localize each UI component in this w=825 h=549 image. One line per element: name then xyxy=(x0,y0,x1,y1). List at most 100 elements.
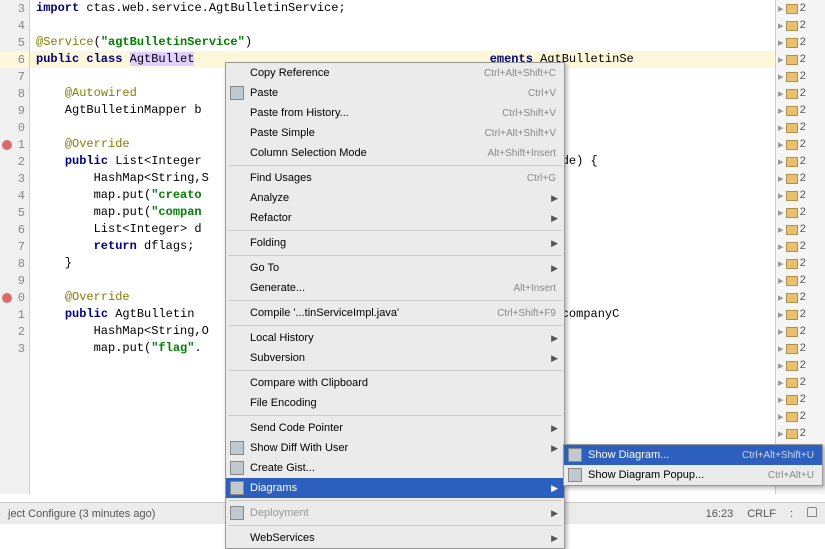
tree-item[interactable]: ▸2 xyxy=(776,170,825,187)
menu-item-show-diagram-popup[interactable]: Show Diagram Popup...Ctrl+Alt+U xyxy=(564,465,822,485)
expand-icon[interactable]: ▸ xyxy=(778,138,784,152)
menu-item-compile-tinserviceimpl-java[interactable]: Compile '...tinServiceImpl.java'Ctrl+Shi… xyxy=(226,303,564,323)
expand-icon[interactable]: ▸ xyxy=(778,308,784,322)
gutter-line[interactable]: 3 xyxy=(0,170,29,187)
gutter-line[interactable]: 0 xyxy=(0,289,29,306)
menu-item-paste[interactable]: PasteCtrl+V xyxy=(226,83,564,103)
tree-item[interactable]: ▸2 xyxy=(776,17,825,34)
tree-item[interactable]: ▸2 xyxy=(776,306,825,323)
menu-item-local-history[interactable]: Local History▶ xyxy=(226,328,564,348)
breakpoint-icon[interactable] xyxy=(2,140,12,150)
gutter-line[interactable]: 8 xyxy=(0,85,29,102)
menu-item-webservices[interactable]: WebServices▶ xyxy=(226,528,564,548)
gutter-line[interactable]: 2 xyxy=(0,153,29,170)
gutter-line[interactable]: 2 xyxy=(0,323,29,340)
status-line-ending[interactable]: CRLF xyxy=(747,508,776,520)
expand-icon[interactable]: ▸ xyxy=(778,342,784,356)
menu-item-folding[interactable]: Folding▶ xyxy=(226,233,564,253)
expand-icon[interactable]: ▸ xyxy=(778,410,784,424)
menu-item-go-to[interactable]: Go To▶ xyxy=(226,258,564,278)
gutter-line[interactable]: 7 xyxy=(0,68,29,85)
tree-item[interactable]: ▸2 xyxy=(776,119,825,136)
tree-item[interactable]: ▸2 xyxy=(776,408,825,425)
context-menu[interactable]: Copy ReferenceCtrl+Alt+Shift+CPasteCtrl+… xyxy=(225,62,565,549)
menu-item-analyze[interactable]: Analyze▶ xyxy=(226,188,564,208)
gutter-line[interactable]: 9 xyxy=(0,272,29,289)
gutter-line[interactable]: 8 xyxy=(0,255,29,272)
menu-item-paste-from-history[interactable]: Paste from History...Ctrl+Shift+V xyxy=(226,103,564,123)
expand-icon[interactable]: ▸ xyxy=(778,359,784,373)
tree-item[interactable]: ▸2 xyxy=(776,374,825,391)
menu-item-subversion[interactable]: Subversion▶ xyxy=(226,348,564,368)
menu-item-show-diagram[interactable]: Show Diagram...Ctrl+Alt+Shift+U xyxy=(564,445,822,465)
tree-item[interactable]: ▸2 xyxy=(776,0,825,17)
expand-icon[interactable]: ▸ xyxy=(778,291,784,305)
expand-icon[interactable]: ▸ xyxy=(778,36,784,50)
expand-icon[interactable]: ▸ xyxy=(778,427,784,441)
code-line[interactable] xyxy=(30,17,775,34)
menu-item-show-diff-with-user[interactable]: Show Diff With User▶ xyxy=(226,438,564,458)
menu-item-diagrams[interactable]: Diagrams▶ xyxy=(226,478,564,498)
tree-item[interactable]: ▸2 xyxy=(776,153,825,170)
tree-item[interactable]: ▸2 xyxy=(776,187,825,204)
tree-item[interactable]: ▸2 xyxy=(776,102,825,119)
gutter-line[interactable]: 6 xyxy=(0,221,29,238)
expand-icon[interactable]: ▸ xyxy=(778,172,784,186)
expand-icon[interactable]: ▸ xyxy=(778,274,784,288)
gutter-line[interactable]: 9 xyxy=(0,102,29,119)
breakpoint-icon[interactable] xyxy=(2,293,12,303)
tree-item[interactable]: ▸2 xyxy=(776,357,825,374)
tree-item[interactable]: ▸2 xyxy=(776,34,825,51)
menu-item-file-encoding[interactable]: File Encoding xyxy=(226,393,564,413)
expand-icon[interactable]: ▸ xyxy=(778,2,784,16)
lock-icon[interactable] xyxy=(807,507,817,520)
tree-item[interactable]: ▸2 xyxy=(776,136,825,153)
tree-item[interactable]: ▸2 xyxy=(776,51,825,68)
expand-icon[interactable]: ▸ xyxy=(778,257,784,271)
tree-item[interactable]: ▸2 xyxy=(776,340,825,357)
gutter-line[interactable]: 1 xyxy=(0,306,29,323)
gutter-line[interactable]: 4 xyxy=(0,17,29,34)
gutter-line[interactable]: 4 xyxy=(0,187,29,204)
menu-item-send-code-pointer[interactable]: Send Code Pointer▶ xyxy=(226,418,564,438)
expand-icon[interactable]: ▸ xyxy=(778,206,784,220)
menu-item-compare-with-clipboard[interactable]: Compare with Clipboard xyxy=(226,373,564,393)
tree-item[interactable]: ▸2 xyxy=(776,391,825,408)
tree-item[interactable]: ▸2 xyxy=(776,238,825,255)
gutter-line[interactable]: 0 xyxy=(0,119,29,136)
code-line[interactable]: @Service("agtBulletinService") xyxy=(30,34,775,51)
diagrams-submenu[interactable]: Show Diagram...Ctrl+Alt+Shift+UShow Diag… xyxy=(563,444,823,486)
expand-icon[interactable]: ▸ xyxy=(778,19,784,33)
menu-item-copy-reference[interactable]: Copy ReferenceCtrl+Alt+Shift+C xyxy=(226,63,564,83)
menu-item-find-usages[interactable]: Find UsagesCtrl+G xyxy=(226,168,564,188)
tree-item[interactable]: ▸2 xyxy=(776,255,825,272)
gutter-line[interactable]: 5 xyxy=(0,204,29,221)
tree-item[interactable]: ▸2 xyxy=(776,204,825,221)
gutter-line[interactable]: 7 xyxy=(0,238,29,255)
gutter-line[interactable]: 5 xyxy=(0,34,29,51)
menu-item-refactor[interactable]: Refactor▶ xyxy=(226,208,564,228)
project-tree[interactable]: ▸2▸2▸2▸2▸2▸2▸2▸2▸2▸2▸2▸2▸2▸2▸2▸2▸2▸2▸2▸2… xyxy=(775,0,825,494)
expand-icon[interactable]: ▸ xyxy=(778,87,784,101)
expand-icon[interactable]: ▸ xyxy=(778,325,784,339)
expand-icon[interactable]: ▸ xyxy=(778,223,784,237)
menu-item-column-selection-mode[interactable]: Column Selection ModeAlt+Shift+Insert xyxy=(226,143,564,163)
expand-icon[interactable]: ▸ xyxy=(778,240,784,254)
tree-item[interactable]: ▸2 xyxy=(776,272,825,289)
gutter-line[interactable]: 6 xyxy=(0,51,29,68)
expand-icon[interactable]: ▸ xyxy=(778,53,784,67)
gutter-line[interactable]: 3 xyxy=(0,340,29,357)
code-line[interactable]: import ctas.web.service.AgtBulletinServi… xyxy=(30,0,775,17)
expand-icon[interactable]: ▸ xyxy=(778,189,784,203)
expand-icon[interactable]: ▸ xyxy=(778,155,784,169)
expand-icon[interactable]: ▸ xyxy=(778,376,784,390)
expand-icon[interactable]: ▸ xyxy=(778,393,784,407)
tree-item[interactable]: ▸2 xyxy=(776,425,825,442)
expand-icon[interactable]: ▸ xyxy=(778,104,784,118)
menu-item-create-gist[interactable]: Create Gist... xyxy=(226,458,564,478)
tree-item[interactable]: ▸2 xyxy=(776,85,825,102)
tree-item[interactable]: ▸2 xyxy=(776,221,825,238)
expand-icon[interactable]: ▸ xyxy=(778,70,784,84)
tree-item[interactable]: ▸2 xyxy=(776,68,825,85)
expand-icon[interactable]: ▸ xyxy=(778,121,784,135)
